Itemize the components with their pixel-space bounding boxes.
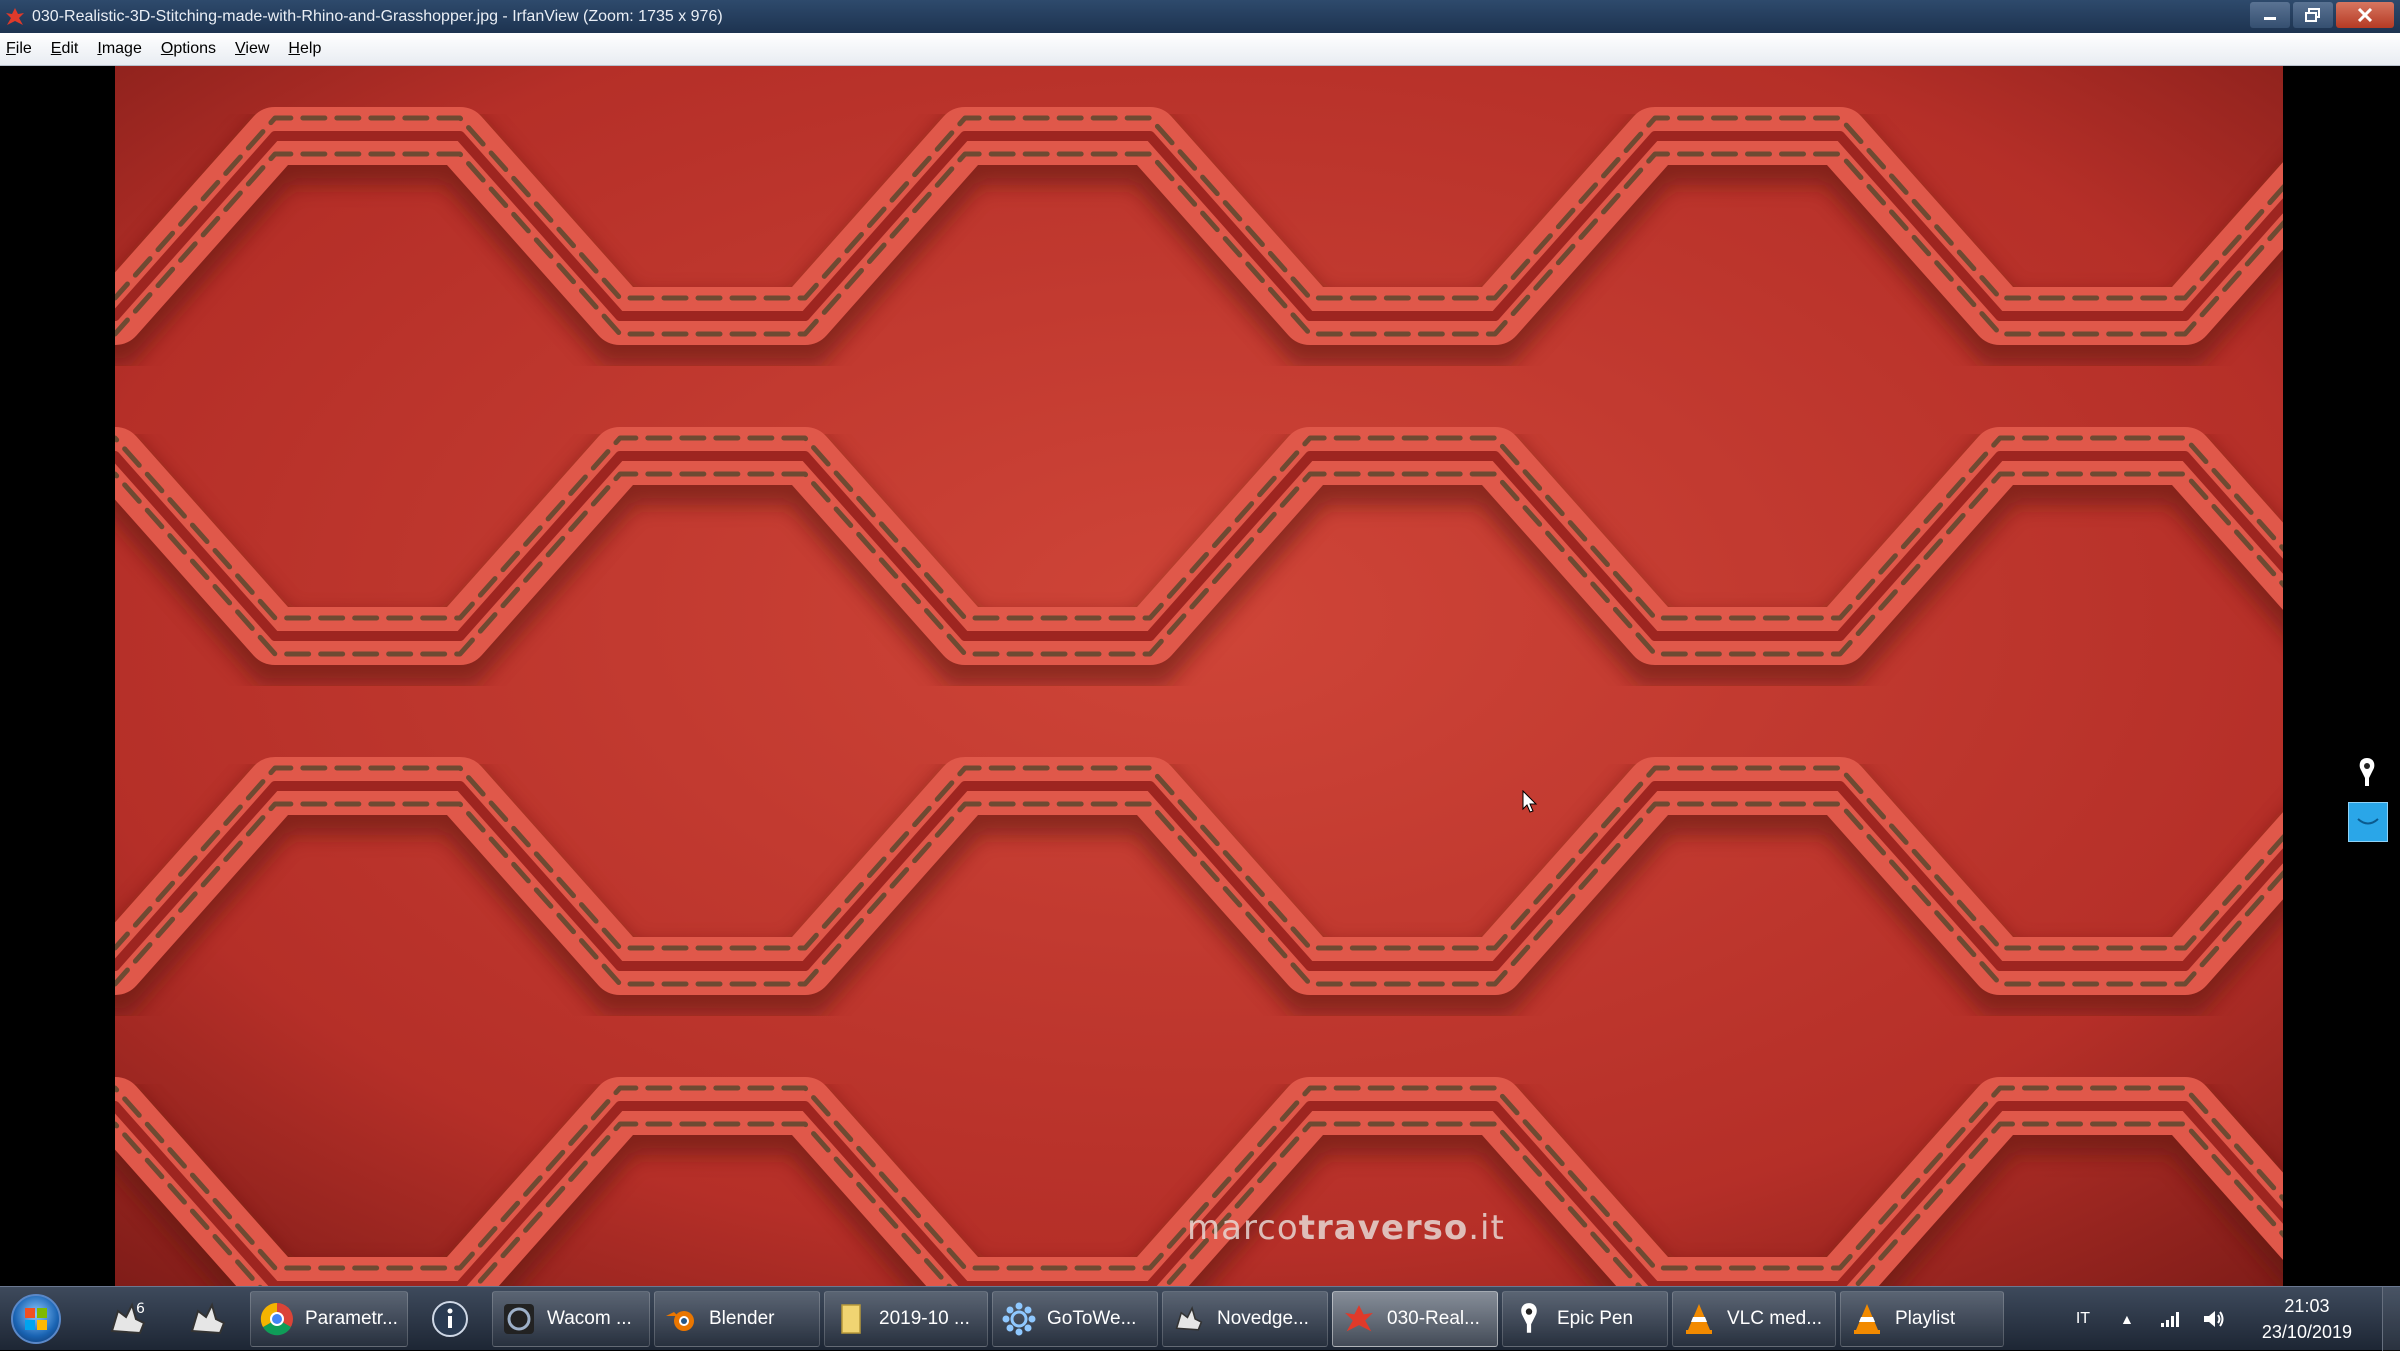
taskbar-vlc[interactable]: VLC med... (1672, 1290, 1836, 1347)
taskbar-novedge[interactable]: Novedge... (1162, 1290, 1328, 1347)
taskbar-label: VLC med... (1727, 1307, 1823, 1329)
volume-icon[interactable] (2202, 1307, 2226, 1331)
gotowebinar-icon (1001, 1301, 1037, 1337)
watermark: marcotraverso.it (1187, 1208, 1505, 1248)
folder-icon (833, 1301, 869, 1337)
rhino-icon (190, 1301, 226, 1334)
window-title: 030-Realistic-3D-Stitching-made-with-Rhi… (32, 7, 723, 25)
restore-icon (2305, 8, 2320, 22)
menu-file[interactable]: File (6, 40, 32, 58)
menu-image[interactable]: Image (97, 40, 141, 58)
chrome-icon (259, 1301, 295, 1337)
info-icon (432, 1300, 468, 1337)
watermark-suffix: .it (1468, 1208, 1505, 1248)
system-tray: IT ▲ 21:03 23/10/2019 (2076, 1287, 2400, 1351)
taskbar-label: Novedge... (1217, 1307, 1309, 1329)
epic-pen-icon (1511, 1301, 1547, 1337)
close-button[interactable] (2336, 2, 2394, 28)
stitched-leather-picture (115, 66, 2283, 1286)
wacom-icon (501, 1301, 537, 1337)
epic-pen-tool-icon[interactable] (2355, 756, 2379, 790)
taskbar-playlist[interactable]: Playlist (1840, 1290, 2004, 1347)
taskbar-rhino-1[interactable]: 6 (90, 1291, 166, 1347)
show-hidden-icons-button[interactable]: ▲ (2120, 1311, 2134, 1327)
rhino-icon (1171, 1301, 1207, 1337)
clock[interactable]: 21:03 23/10/2019 (2262, 1293, 2352, 1345)
svg-text:6: 6 (136, 1301, 145, 1317)
taskbar-epic-pen[interactable]: Epic Pen (1502, 1290, 1668, 1347)
taskbar-blender[interactable]: Blender (654, 1290, 820, 1347)
smile-icon (2357, 818, 2379, 825)
vlc-icon (1681, 1301, 1717, 1337)
taskbar-label: 030-Real... (1387, 1307, 1480, 1329)
taskbar-folder[interactable]: 2019-10 ... (824, 1290, 988, 1347)
show-desktop-button[interactable] (2382, 1287, 2400, 1351)
watermark-light: marco (1187, 1208, 1299, 1248)
taskbar-label: Blender (709, 1307, 775, 1329)
taskbar-label: 2019-10 ... (879, 1307, 970, 1329)
watermark-bold: traverso (1298, 1208, 1469, 1248)
vlc-icon (1849, 1301, 1885, 1337)
restore-button[interactable] (2293, 2, 2333, 28)
taskbar-label: Wacom ... (547, 1307, 632, 1329)
minimize-icon (2264, 17, 2276, 20)
taskbar-gotowebinar[interactable]: GoToWe... (992, 1290, 1158, 1347)
minimize-button[interactable] (2250, 2, 2290, 28)
taskbar-label: GoToWe... (1047, 1307, 1137, 1329)
start-button[interactable] (0, 1287, 72, 1351)
taskbar-wacom[interactable]: Wacom ... (492, 1290, 650, 1347)
close-icon (2357, 8, 2373, 22)
leather-image: marcotraverso.it (115, 66, 2283, 1286)
clock-date: 23/10/2019 (2261, 1322, 2352, 1342)
title-bar: 030-Realistic-3D-Stitching-made-with-Rhi… (0, 0, 2400, 33)
taskbar-rhino-2[interactable] (170, 1291, 246, 1347)
image-viewer[interactable]: marcotraverso.it (0, 66, 2400, 1286)
rhino-icon: 6 (110, 1301, 146, 1334)
menu-view[interactable]: View (235, 40, 269, 58)
taskbar-irfanview[interactable]: 030-Real... (1332, 1290, 1498, 1347)
irfanview-icon (6, 7, 24, 25)
mouse-cursor-icon (1522, 790, 1538, 813)
blender-icon (663, 1301, 699, 1337)
language-indicator[interactable]: IT (2076, 1310, 2090, 1328)
taskbar-label: Parametr... (305, 1307, 398, 1329)
menu-edit[interactable]: Edit (51, 40, 79, 58)
epic-pen-color-button[interactable] (2348, 802, 2388, 842)
windows-logo-icon (11, 1293, 61, 1344)
clock-time: 21:03 (2284, 1296, 2330, 1316)
irfanview-icon (1341, 1301, 1377, 1337)
menu-options[interactable]: Options (161, 40, 216, 58)
menu-bar: File Edit Image Options View Help (0, 33, 2400, 66)
taskbar-label: Epic Pen (1557, 1307, 1634, 1329)
taskbar-label: Playlist (1895, 1307, 1956, 1329)
network-signal-icon[interactable] (2160, 1310, 2182, 1328)
menu-help[interactable]: Help (288, 40, 321, 58)
taskbar-chrome[interactable]: Parametr... (250, 1290, 408, 1347)
taskbar-info[interactable] (412, 1291, 488, 1347)
taskbar: 6 Parametr... Wacom ... Blender 2019-10 … (0, 1286, 2400, 1351)
